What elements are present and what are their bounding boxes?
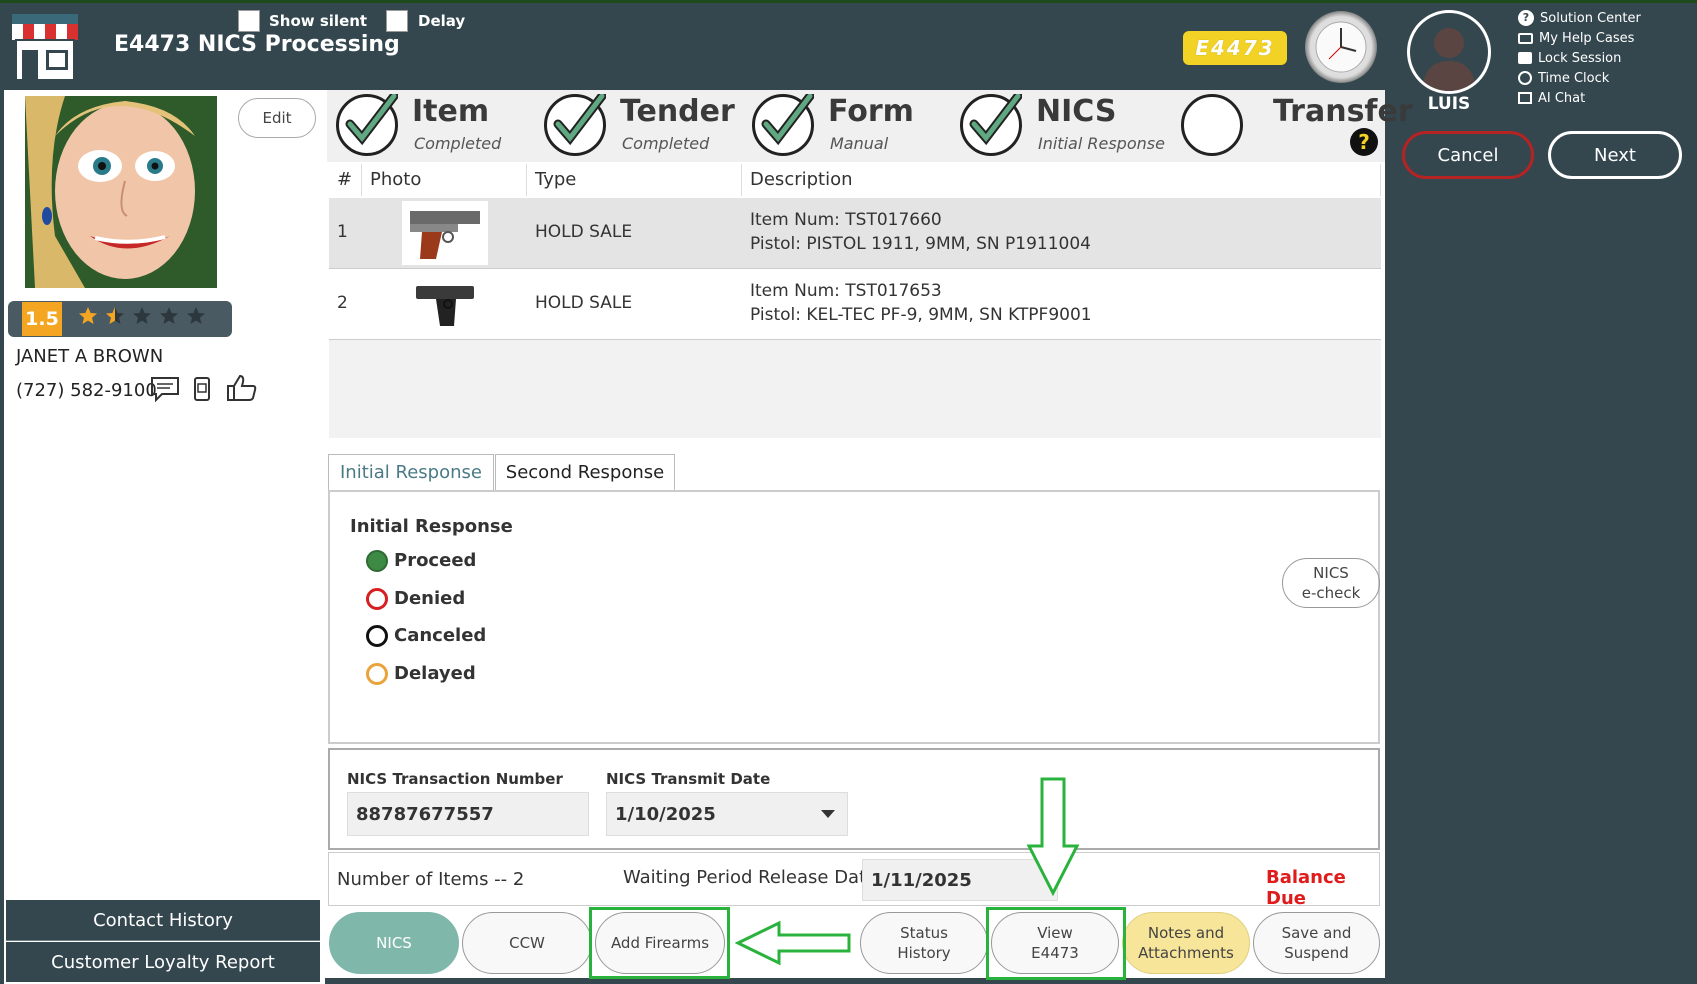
nics-transmit-date-select[interactable]: 1/10/2025 (606, 792, 848, 836)
nics-details-panel: NICS Transaction Number 88787677557 NICS… (328, 748, 1380, 850)
col-header-type: Type (527, 164, 742, 196)
time-icon (1518, 71, 1532, 85)
star-icon (160, 307, 178, 324)
help-icon: ? (1518, 10, 1534, 26)
ai-chat-link[interactable]: AI Chat (1518, 88, 1641, 108)
delay-checkbox[interactable] (386, 10, 408, 32)
chevron-down-icon (821, 810, 835, 818)
next-button[interactable]: Next (1548, 131, 1682, 179)
e4473-badge[interactable]: E4473 (1183, 31, 1287, 65)
response-heading: Initial Response (350, 516, 513, 537)
delay-label: Delay (418, 12, 466, 30)
table-row[interactable]: 2 HOLD SALE Item Num: TST017653 Pistol: … (329, 269, 1381, 340)
folder-icon (1518, 32, 1533, 44)
delayed-radio[interactable] (366, 663, 388, 685)
canceled-radio[interactable] (366, 625, 388, 647)
nics-button[interactable]: NICS (329, 912, 459, 974)
lock-session-link[interactable]: Lock Session (1518, 48, 1641, 68)
step-transfer[interactable]: Transfer ? (1177, 90, 1413, 162)
user-menu: ? Solution Center My Help Cases Lock Sess… (1518, 8, 1641, 108)
canceled-label: Canceled (394, 625, 487, 646)
nics-transmit-date-label: NICS Transmit Date (606, 770, 771, 788)
customer-loyalty-report-button[interactable]: Customer Loyalty Report (6, 942, 320, 982)
nics-transaction-input[interactable]: 88787677557 (347, 792, 589, 836)
tab-second-response[interactable]: Second Response (495, 454, 675, 490)
user-avatar[interactable] (1407, 10, 1491, 94)
notes-attachments-button[interactable]: Notes and Attachments (1122, 912, 1250, 974)
star-icon (79, 307, 97, 324)
right-panel (1385, 90, 1697, 984)
info-bar: Number of Items -- 2 Waiting Period Rele… (328, 852, 1380, 909)
check-icon (544, 94, 606, 156)
show-silent-checkbox[interactable] (238, 10, 260, 32)
customer-name: JANET A BROWN (16, 346, 164, 367)
star-icon (133, 307, 151, 324)
progress-steps: Item Completed Tender Completed Form Man… (327, 90, 1413, 162)
store-icon[interactable] (8, 10, 82, 84)
pistol-keltec-photo (402, 272, 488, 336)
col-header-num: # (329, 164, 362, 196)
proceed-label: Proceed (394, 550, 477, 571)
waiting-period-label: Waiting Period Release Date: (623, 867, 884, 888)
arrow-down-icon (1026, 776, 1080, 900)
balance-due: Balance Due (1266, 867, 1346, 909)
arrow-left-icon (734, 920, 851, 970)
status-history-button[interactable]: Status History (860, 912, 988, 974)
my-help-cases-link[interactable]: My Help Cases (1518, 28, 1641, 48)
chat-icon (1518, 92, 1532, 104)
ccw-button[interactable]: CCW (462, 912, 592, 974)
rating-value: 1.5 (22, 302, 62, 336)
save-suspend-button[interactable]: Save and Suspend (1253, 912, 1380, 974)
nics-transaction-label: NICS Transaction Number (347, 770, 563, 788)
col-header-photo: Photo (362, 164, 527, 196)
message-icon[interactable] (150, 376, 180, 406)
edit-customer-button[interactable]: Edit (238, 98, 316, 138)
highlight-view-e4473 (986, 907, 1126, 980)
denied-label: Denied (394, 588, 466, 609)
star-icon (106, 307, 124, 324)
tab-initial-response[interactable]: Initial Response (328, 454, 494, 490)
check-icon (336, 94, 398, 156)
phone-sms-icon[interactable] (192, 376, 212, 406)
nics-echeck-button[interactable]: NICS e-check (1282, 558, 1380, 608)
denied-radio[interactable] (366, 588, 388, 610)
cancel-button[interactable]: Cancel (1402, 131, 1534, 179)
items-count: Number of Items -- 2 (337, 869, 525, 890)
rating-stars (78, 306, 206, 326)
contact-history-button[interactable]: Contact History (6, 900, 320, 941)
response-panel: Initial Response Proceed Denied Canceled… (328, 490, 1380, 744)
step-item[interactable]: Item Completed (332, 90, 532, 162)
solution-center-link[interactable]: ? Solution Center (1518, 8, 1641, 28)
step-form[interactable]: Form Manual (748, 90, 948, 162)
clock-icon (1305, 11, 1377, 83)
star-icon (187, 307, 205, 324)
col-header-description: Description (742, 164, 1381, 196)
delayed-label: Delayed (394, 663, 476, 684)
step-tender[interactable]: Tender Completed (540, 90, 740, 162)
page-title: E4473 NICS Processing (114, 32, 400, 57)
show-silent-label: Show silent (269, 12, 368, 30)
step-nics[interactable]: NICS Initial Response (956, 90, 1176, 162)
pistol-1911-photo (402, 201, 488, 265)
table-row[interactable]: 1 HOLD SALE Item Num: TST017660 Pistol: … (329, 198, 1381, 269)
lock-icon (1518, 52, 1532, 64)
highlight-add-firearms (589, 907, 730, 979)
customer-photo (25, 96, 217, 288)
table-empty-area (329, 340, 1381, 438)
check-icon (960, 94, 1022, 156)
user-name: LUIS (1427, 94, 1471, 114)
check-icon (752, 94, 814, 156)
thumbs-up-icon[interactable] (226, 374, 258, 406)
customer-phone: (727) 582-9100 (16, 380, 157, 401)
time-clock-link[interactable]: Time Clock (1518, 68, 1641, 88)
help-question-icon[interactable]: ? (1350, 128, 1378, 156)
proceed-radio[interactable] (366, 550, 388, 572)
empty-circle-icon (1181, 94, 1243, 156)
